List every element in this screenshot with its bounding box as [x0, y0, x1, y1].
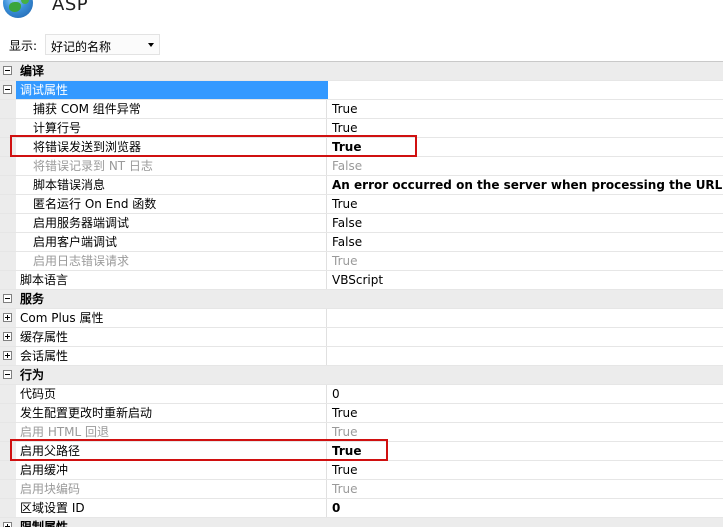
- row-gutter: [0, 157, 16, 175]
- row-gutter: [0, 214, 16, 232]
- display-mode-value: 好记的名称: [51, 40, 112, 54]
- property-row[interactable]: 脚本语言 VBScript: [0, 271, 723, 290]
- expand-plus-icon[interactable]: [3, 351, 12, 360]
- row-gutter: [0, 271, 16, 289]
- category-label: 限制属性: [16, 518, 723, 527]
- row-gutter: [0, 404, 16, 422]
- page-title: ASP: [52, 0, 89, 15]
- subcategory-label: 调试属性: [16, 81, 328, 99]
- globe-icon: [3, 0, 33, 18]
- category-row[interactable]: 行为: [0, 366, 723, 385]
- property-name: 启用缓冲: [16, 461, 327, 479]
- expand-plus-icon[interactable]: [3, 522, 12, 527]
- property-name: 启用块编码: [16, 480, 327, 498]
- category-row[interactable]: 服务: [0, 290, 723, 309]
- group-label: 会话属性: [16, 347, 327, 365]
- property-name: 代码页: [16, 385, 327, 403]
- row-gutter: [0, 366, 16, 384]
- property-name: 脚本语言: [16, 271, 327, 289]
- row-gutter: [0, 461, 16, 479]
- expand-plus-icon[interactable]: [3, 313, 12, 322]
- property-value[interactable]: True: [328, 480, 723, 498]
- group-label: 缓存属性: [16, 328, 327, 346]
- property-value[interactable]: True: [328, 100, 723, 118]
- expand-plus-icon[interactable]: [3, 332, 12, 341]
- row-gutter: [0, 499, 16, 517]
- asp-settings-page: ASP 显示: 好记的名称 编译 调试属性 捕获 COM 组件异常 True 计算行号 T…: [0, 0, 723, 527]
- property-row[interactable]: 区域设置 ID 0: [0, 499, 723, 518]
- property-name: 匿名运行 On End 函数: [16, 195, 327, 213]
- chevron-down-icon: [148, 43, 154, 47]
- collapse-minus-icon[interactable]: [3, 66, 12, 75]
- group-row[interactable]: 缓存属性: [0, 328, 723, 347]
- property-name: 捕获 COM 组件异常: [16, 100, 327, 118]
- row-gutter: [0, 518, 16, 527]
- display-toolbar: 显示: 好记的名称: [0, 31, 723, 57]
- property-grid: 编译 调试属性 捕获 COM 组件异常 True 计算行号 True 将错误发送到浏览器 Tr…: [0, 61, 723, 527]
- highlight-box: [10, 135, 417, 157]
- category-row[interactable]: 限制属性: [0, 518, 723, 527]
- property-name: 脚本错误消息: [16, 176, 327, 194]
- property-value[interactable]: 0: [328, 499, 723, 517]
- property-name: 区域设置 ID: [16, 499, 327, 517]
- category-label: 服务: [16, 290, 723, 308]
- property-row[interactable]: 将错误记录到 NT 日志 False: [0, 157, 723, 176]
- highlight-box: [10, 439, 388, 461]
- property-row[interactable]: 启用日志错误请求 True: [0, 252, 723, 271]
- row-gutter: [0, 195, 16, 213]
- property-row[interactable]: 脚本错误消息 An error occurred on the server wh…: [0, 176, 723, 195]
- property-row[interactable]: 启用块编码 True: [0, 480, 723, 499]
- feature-header: ASP: [0, 0, 723, 28]
- property-value[interactable]: False: [328, 214, 723, 232]
- property-value[interactable]: False: [328, 157, 723, 175]
- category-label: 编译: [16, 62, 723, 80]
- property-name: 启用服务器端调试: [16, 214, 327, 232]
- display-label: 显示:: [9, 39, 38, 53]
- property-value[interactable]: VBScript: [328, 271, 723, 289]
- property-name: 启用日志错误请求: [16, 252, 327, 270]
- group-row[interactable]: Com Plus 属性: [0, 309, 723, 328]
- collapse-minus-icon[interactable]: [3, 294, 12, 303]
- property-value[interactable]: True: [328, 195, 723, 213]
- row-gutter: [0, 347, 16, 365]
- property-value[interactable]: 0: [328, 385, 723, 403]
- group-label: Com Plus 属性: [16, 309, 327, 327]
- collapse-minus-icon[interactable]: [3, 370, 12, 379]
- property-row[interactable]: 匿名运行 On End 函数 True: [0, 195, 723, 214]
- property-value[interactable]: An error occurred on the server when pro…: [328, 176, 723, 194]
- row-gutter: [0, 328, 16, 346]
- property-row[interactable]: 启用客户端调试 False: [0, 233, 723, 252]
- property-value[interactable]: True: [328, 252, 723, 270]
- property-row[interactable]: 发生配置更改时重新启动 True: [0, 404, 723, 423]
- row-gutter: [0, 480, 16, 498]
- row-gutter: [0, 385, 16, 403]
- row-gutter: [0, 176, 16, 194]
- row-gutter: [0, 62, 16, 80]
- group-row[interactable]: 会话属性: [0, 347, 723, 366]
- subcategory-row-selected[interactable]: 调试属性: [0, 81, 723, 100]
- row-gutter: [0, 81, 16, 99]
- property-row[interactable]: 代码页 0: [0, 385, 723, 404]
- property-value[interactable]: False: [328, 233, 723, 251]
- row-gutter: [0, 233, 16, 251]
- row-gutter: [0, 100, 16, 118]
- property-value[interactable]: True: [328, 461, 723, 479]
- property-row[interactable]: 捕获 COM 组件异常 True: [0, 100, 723, 119]
- category-label: 行为: [16, 366, 723, 384]
- row-gutter: [0, 252, 16, 270]
- property-name: 将错误记录到 NT 日志: [16, 157, 327, 175]
- display-mode-dropdown[interactable]: 好记的名称: [45, 34, 160, 55]
- property-value[interactable]: True: [328, 404, 723, 422]
- property-row[interactable]: 启用服务器端调试 False: [0, 214, 723, 233]
- property-row[interactable]: 启用缓冲 True: [0, 461, 723, 480]
- row-gutter: [0, 309, 16, 327]
- row-gutter: [0, 290, 16, 308]
- category-row[interactable]: 编译: [0, 62, 723, 81]
- property-name: 启用客户端调试: [16, 233, 327, 251]
- collapse-minus-icon[interactable]: [3, 85, 12, 94]
- property-name: 发生配置更改时重新启动: [16, 404, 327, 422]
